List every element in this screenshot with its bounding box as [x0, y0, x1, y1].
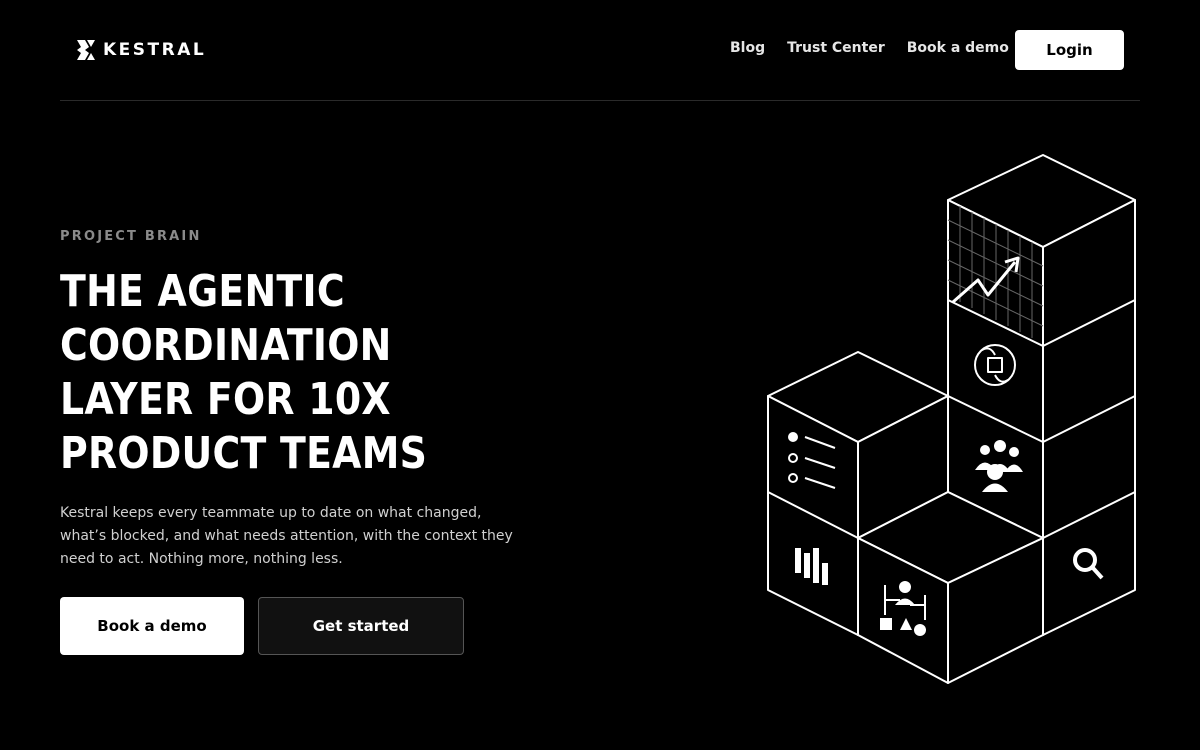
book-demo-button[interactable]: Book a demo [60, 597, 244, 655]
nav-link-book-demo[interactable]: Book a demo [907, 40, 1009, 56]
top-nav: Blog Trust Center Book a demo [730, 40, 1031, 56]
brand-name: KESTRAL [103, 40, 207, 60]
headline-line: LAYER FOR 10X [60, 374, 391, 425]
nav-link-trust-center[interactable]: Trust Center [787, 40, 885, 56]
brand-logo[interactable]: KESTRAL [75, 38, 206, 62]
hero-eyebrow: PROJECT BRAIN [60, 229, 202, 244]
hero-headline: THE AGENTIC COORDINATION LAYER FOR 10X P… [60, 265, 456, 481]
hero-description: Kestral keeps every teammate up to date … [60, 505, 513, 567]
login-button[interactable]: Login [1015, 30, 1124, 70]
isometric-cubes-illustration [767, 154, 1136, 684]
kestral-logo-icon [77, 40, 95, 60]
get-started-button[interactable]: Get started [258, 597, 464, 655]
headline-line: THE AGENTIC [60, 266, 345, 317]
nav-link-blog[interactable]: Blog [730, 40, 765, 56]
headline-line: PRODUCT TEAMS [60, 428, 428, 479]
headline-line: COORDINATION [60, 320, 392, 371]
site-header: KESTRAL Blog Trust Center Book a demo Lo… [60, 0, 1140, 101]
